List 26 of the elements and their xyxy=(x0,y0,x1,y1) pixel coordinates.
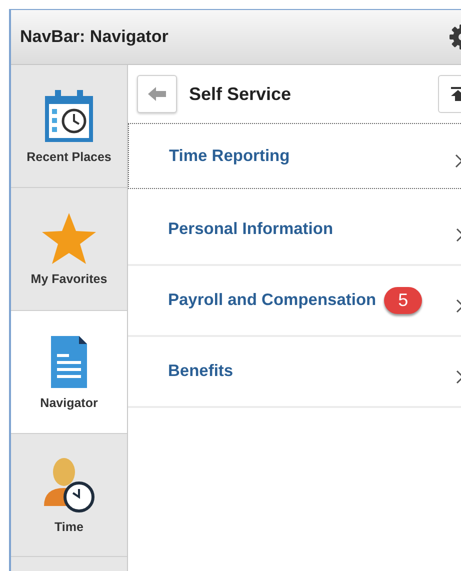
sidebar-item[interactable]: My Favorites xyxy=(11,188,127,311)
menu-row[interactable]: Personal Information xyxy=(128,195,461,266)
menu-row[interactable]: Benefits xyxy=(128,337,461,408)
sidebar-item[interactable]: Navigator xyxy=(11,311,127,434)
menu-row[interactable]: Time Reporting xyxy=(128,123,461,189)
sidebar-label: Time xyxy=(54,520,84,534)
row-label: Benefits xyxy=(168,362,234,381)
sidebar-item[interactable]: Time xyxy=(11,434,127,557)
star-icon xyxy=(41,212,97,266)
row-label: Time Reporting xyxy=(169,146,290,166)
count-badge: 5 xyxy=(384,287,422,314)
person-clock-icon xyxy=(42,456,96,514)
sidebar-item[interactable]: Recent Places xyxy=(11,65,127,188)
row-label: Personal Information xyxy=(168,220,334,239)
back-arrow-icon xyxy=(147,86,167,102)
panel-title: Self Service xyxy=(189,84,292,104)
document-icon xyxy=(49,334,89,390)
window-title: NavBar: Navigator xyxy=(20,27,168,47)
row-label: Payroll and Compensation xyxy=(168,291,376,310)
calendar-clock-icon xyxy=(43,88,95,144)
sidebar-label: Recent Places xyxy=(26,150,112,164)
back-button[interactable] xyxy=(137,75,177,113)
sidebar-label: Navigator xyxy=(40,396,98,410)
menu-row[interactable]: Payroll and Compensation 5 xyxy=(128,266,461,337)
chevron-right-icon xyxy=(455,154,461,168)
sidebar-label: My Favorites xyxy=(30,272,108,286)
